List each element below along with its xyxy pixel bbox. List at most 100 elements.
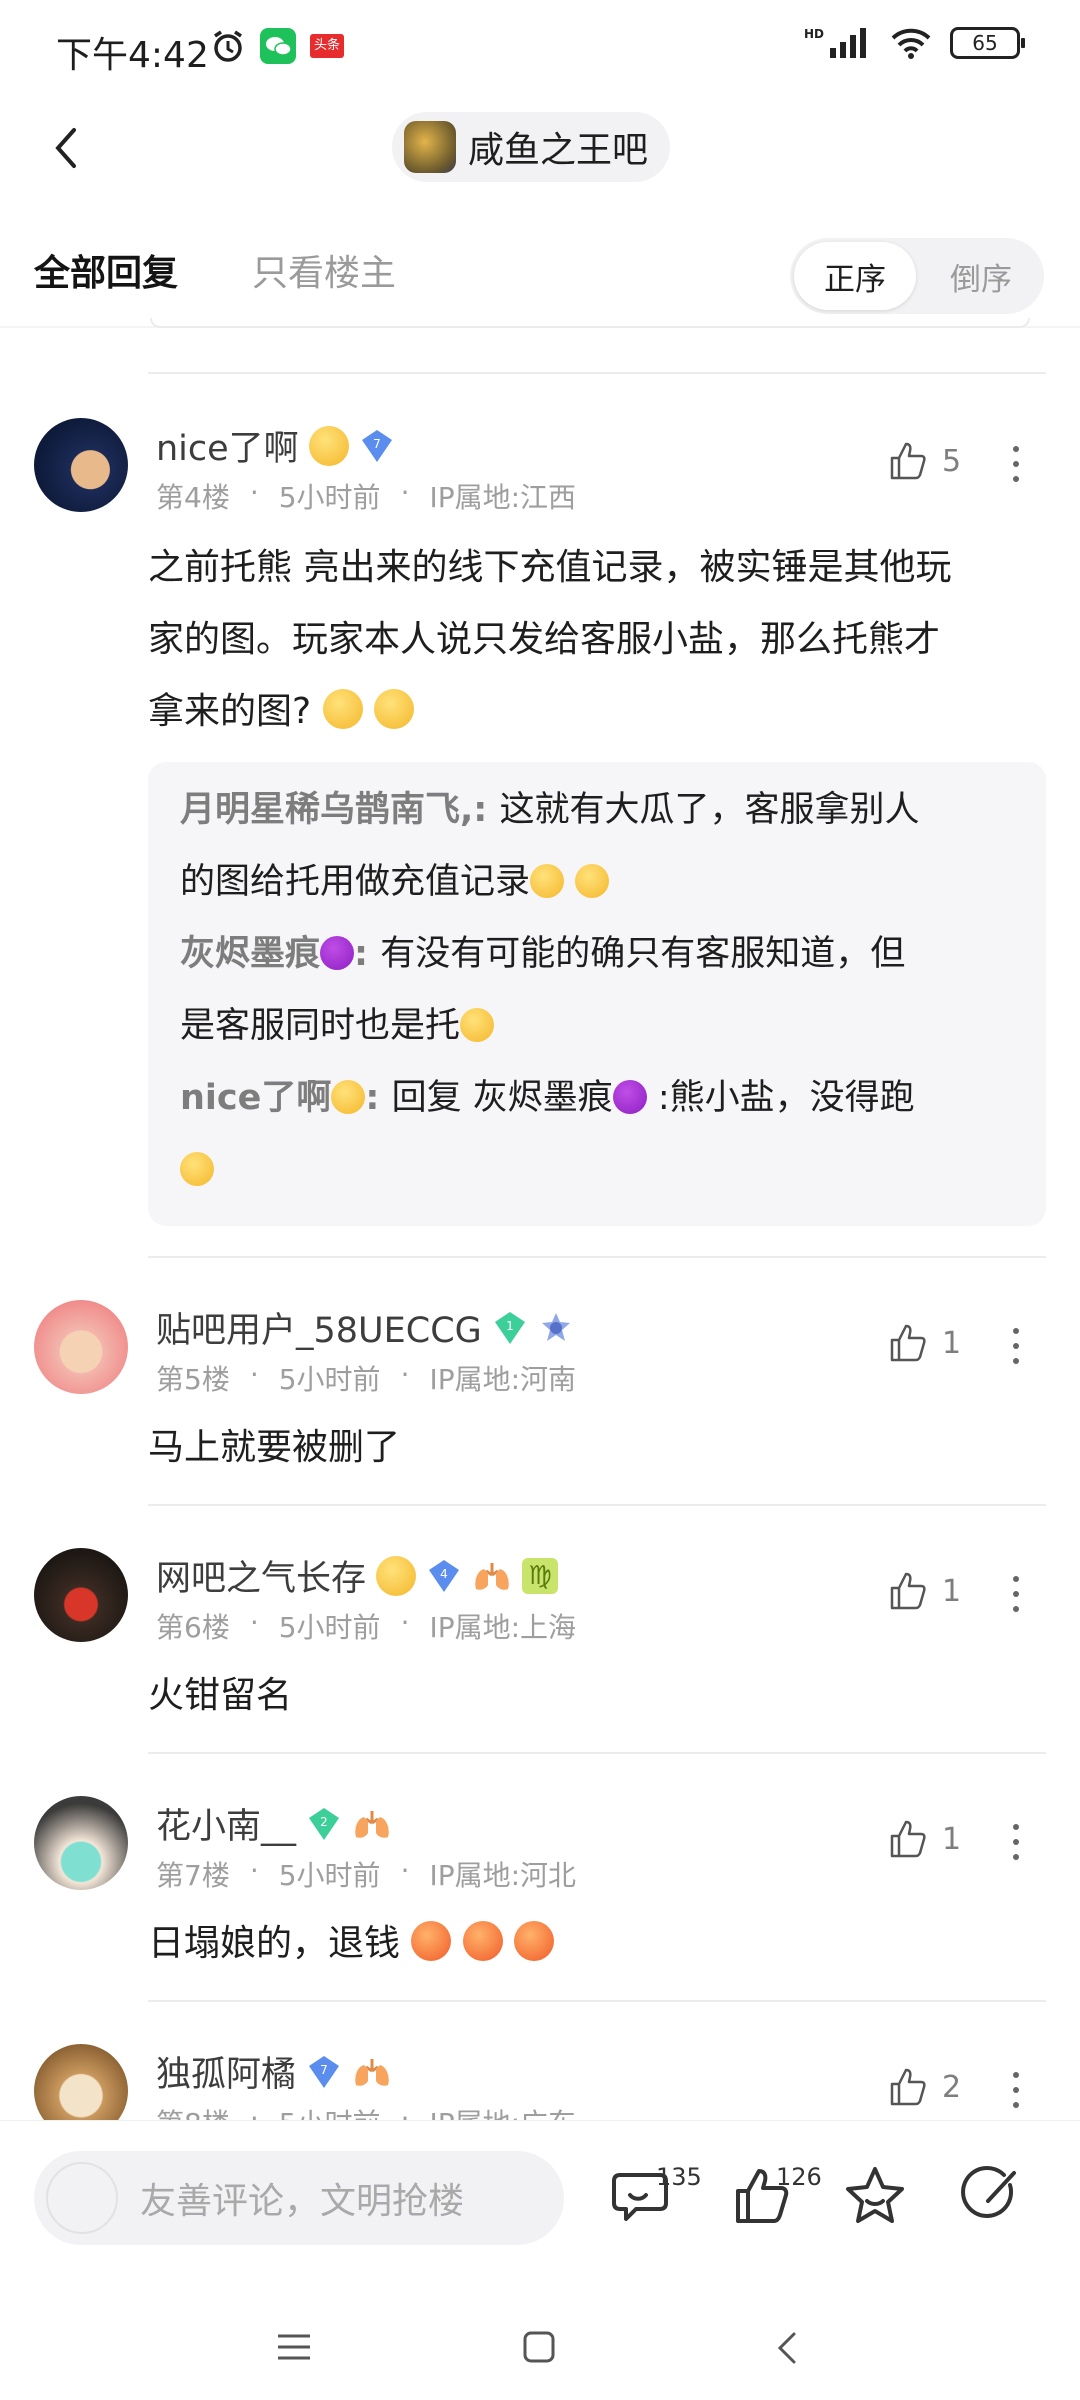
avatar[interactable]	[34, 1300, 128, 1394]
svg-text:7: 7	[373, 437, 381, 451]
username[interactable]: 网吧之气长存	[156, 1550, 366, 1601]
ip-location: IP属地:河南	[429, 1363, 577, 1396]
svg-text:1: 1	[506, 1319, 514, 1333]
alarm-icon	[214, 30, 242, 62]
ip-location: IP属地:广东	[429, 2102, 576, 2120]
order-toggle: 正序 倒序	[790, 238, 1044, 314]
comment-placeholder: 友善评论，文明抢楼	[140, 2181, 465, 2222]
like-button[interactable]: 1	[886, 1322, 961, 1364]
username[interactable]: nice了啊	[156, 420, 299, 471]
reply-tabs: 全部回复 只看楼主 正序 倒序	[0, 220, 1080, 330]
angry-emoji-icon	[411, 1921, 452, 1961]
like-button[interactable]: 1	[886, 1570, 961, 1612]
devil-emoji-icon	[612, 1080, 647, 1114]
more-options-icon[interactable]	[1010, 2070, 1022, 2110]
back-button[interactable]	[38, 118, 98, 178]
sub-reply: 月明星稀乌鹊南飞,: 这就有大瓜了，客服拿别人	[180, 790, 920, 830]
floor-number: 第4楼	[156, 481, 230, 514]
system-back-icon[interactable]	[772, 2330, 802, 2366]
hd-label: HD	[803, 27, 824, 41]
level-badge-icon: 2	[306, 1806, 342, 1842]
share-icon[interactable]	[958, 2161, 1028, 2231]
status-time: 下午4:42	[56, 35, 209, 76]
shush-emoji-icon	[460, 1008, 495, 1042]
tab-op-only[interactable]: 只看楼主	[252, 244, 396, 296]
favorite-star-icon[interactable]	[840, 2161, 910, 2231]
floor-number: 第7楼	[156, 1859, 230, 1892]
post-floor-8: 独孤阿橘 7 第8楼· 5小时前· IP属地:广东 2	[0, 2006, 1080, 2120]
system-nav-bar	[0, 2290, 1080, 2400]
more-options-icon[interactable]	[1010, 1326, 1022, 1366]
like-button[interactable]: 1	[886, 1818, 961, 1860]
wechat-icon	[260, 28, 296, 64]
avatar[interactable]	[34, 1548, 128, 1642]
like-total-count: 126	[776, 2163, 822, 2191]
thumbs-up-icon	[890, 1820, 926, 1858]
like-button[interactable]: 2	[886, 2066, 961, 2108]
yum-emoji-icon	[180, 1152, 214, 1186]
thumbs-up-icon	[890, 442, 926, 480]
post-divider	[148, 1752, 1046, 1754]
battery-icon: 65	[950, 27, 1025, 59]
username[interactable]: 独孤阿橘	[156, 2046, 296, 2097]
forum-pill[interactable]: 咸鱼之王吧	[392, 112, 671, 182]
post-divider	[148, 2000, 1046, 2002]
more-options-icon[interactable]	[1010, 1822, 1022, 1862]
lung-badge-icon	[355, 2058, 389, 2086]
angry-emoji-icon	[462, 1921, 503, 1961]
level-badge-icon: 4	[426, 1558, 462, 1594]
medal-badge-icon	[538, 1310, 574, 1346]
ip-location: IP属地:上海	[429, 1611, 577, 1644]
avatar[interactable]	[34, 418, 128, 512]
post-content: 马上就要被删了	[148, 1427, 401, 1468]
sub-reply: 灰烬墨痕: 有没有可能的确只有客服知道，但	[180, 934, 906, 974]
sub-replies[interactable]: 月明星稀乌鹊南飞,: 这就有大瓜了，客服拿别人 的图给托用做充值记录 灰烬墨痕:…	[148, 762, 1046, 1226]
post-divider	[148, 372, 1046, 374]
post-content: 之前托熊 亮出来的线下充值记录，被实锤是其他玩 家的图。玩家本人说只发给客服小盐…	[148, 547, 952, 732]
laugh-cry-emoji-icon	[376, 1555, 417, 1596]
post-divider	[148, 1504, 1046, 1506]
lung-badge-icon	[355, 1810, 389, 1838]
level-badge-icon: 7	[306, 2054, 342, 2090]
forum-avatar	[404, 121, 456, 173]
comment-count: 135	[656, 2163, 702, 2191]
comment-input[interactable]: 友善评论，文明抢楼	[34, 2151, 564, 2245]
top-nav: 咸鱼之王吧	[0, 100, 1080, 210]
bottom-action-bar: 友善评论，文明抢楼 135 126	[0, 2120, 1080, 2290]
floor-number: 第6楼	[156, 1611, 230, 1644]
order-desc-button[interactable]: 倒序	[922, 242, 1040, 310]
like-count: 2	[942, 2069, 962, 2105]
avatar[interactable]	[34, 2044, 128, 2120]
chevron-left-icon	[55, 128, 76, 168]
username[interactable]: 贴吧用户_58UECCG	[156, 1302, 482, 1353]
like-count: 1	[942, 1325, 962, 1361]
shush-emoji-icon	[374, 689, 415, 729]
svg-text:7: 7	[320, 2063, 328, 2077]
order-asc-button[interactable]: 正序	[794, 242, 916, 310]
like-button[interactable]: 5	[886, 440, 961, 482]
virgo-icon: ♍	[522, 1557, 559, 1594]
post-time: 5小时前	[278, 481, 381, 514]
sub-reply: nice了啊: 回复 灰烬墨痕 :熊小盐，没得跑	[180, 1078, 915, 1118]
avatar[interactable]	[34, 1796, 128, 1890]
post-content: 火钳留名	[148, 1675, 293, 1716]
level-badge-icon: 7	[359, 428, 395, 464]
post-content: 日塌娘的，退钱	[148, 1908, 1038, 1980]
home-icon[interactable]	[522, 2330, 556, 2364]
post-time: 5小时前	[278, 1859, 381, 1892]
username[interactable]: 花小南__	[156, 1798, 296, 1849]
like-count: 1	[942, 1573, 962, 1609]
my-avatar	[46, 2162, 118, 2234]
ip-location: IP属地:江西	[429, 481, 577, 514]
hug-emoji-icon	[530, 864, 565, 898]
battery-level: 65	[972, 31, 998, 55]
more-options-icon[interactable]	[1010, 1574, 1022, 1614]
prev-reply-box-edge	[150, 318, 1030, 328]
like-count: 1	[942, 1821, 962, 1857]
more-options-icon[interactable]	[1010, 444, 1022, 484]
svg-text:4: 4	[440, 1567, 448, 1581]
angry-emoji-icon	[514, 1921, 555, 1961]
tab-all-replies[interactable]: 全部回复	[34, 244, 178, 296]
menu-icon[interactable]	[276, 2332, 312, 2362]
hug-emoji-icon	[575, 864, 610, 898]
